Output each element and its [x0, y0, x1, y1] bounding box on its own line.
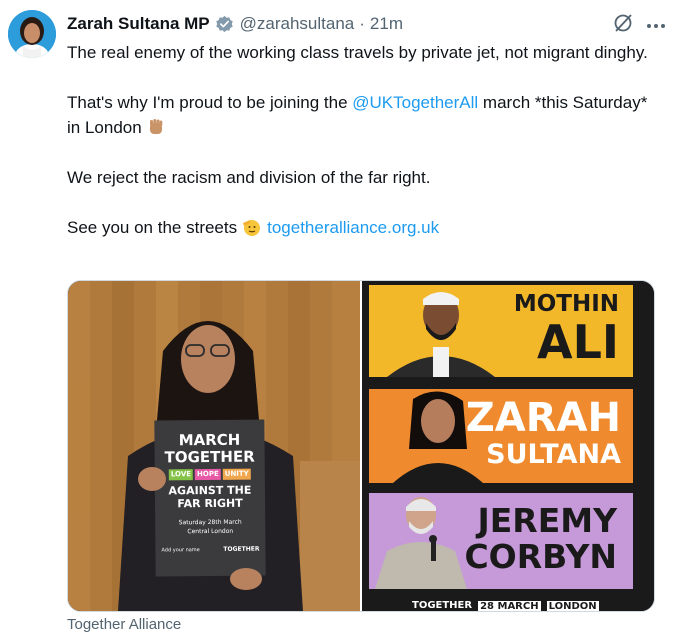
- raised-fist-emoji: [146, 117, 166, 137]
- avatar[interactable]: [8, 10, 56, 58]
- tweet-paragraph-3: We reject the racism and division of the…: [67, 168, 431, 187]
- tweet-header: Zarah Sultana MP @zarahsultana · 21m: [67, 12, 666, 36]
- speaker-last-name: SULTANA: [486, 439, 621, 470]
- tweet-text: The real enemy of the working class trav…: [67, 40, 662, 265]
- photo-person-holding-sign[interactable]: MARCH TOGETHER LOVE HOPE UNITY AGAINST T…: [68, 281, 360, 611]
- author-name[interactable]: Zarah Sultana MP: [67, 14, 210, 34]
- speaker-last-name: ALI: [536, 315, 619, 369]
- saluting-face-emoji: [241, 217, 261, 237]
- tweet-paragraph-4: See you on the streets togetheralliance.o…: [67, 215, 662, 240]
- speaker-first-name: ZARAH: [465, 395, 621, 441]
- mention-link[interactable]: @UKTogetherAll: [352, 93, 478, 112]
- header-actions: [612, 12, 666, 34]
- verified-badge-icon: [215, 15, 234, 34]
- strip-brand: TOGETHER: [412, 599, 473, 611]
- website-link[interactable]: togetheralliance.org.uk: [267, 218, 439, 237]
- speaker-panel-zarah-sultana: ZARAH SULTANA: [369, 389, 633, 483]
- strip-date: 28 MARCH: [478, 600, 541, 612]
- grok-icon[interactable]: [612, 12, 634, 34]
- speaker-first-name: JEREMY: [477, 501, 617, 540]
- timestamp[interactable]: 21m: [370, 14, 403, 34]
- tweet-paragraph-2: That's why I'm proud to be joining the @…: [67, 90, 662, 140]
- speaker-panel-mothin-ali: MOTHIN ALI: [369, 285, 633, 377]
- tweet-paragraph-1: The real enemy of the working class trav…: [67, 43, 648, 62]
- speaker-panel-jeremy-corbyn: JEREMY CORBYN: [369, 493, 633, 589]
- speaker-first-name: MOTHIN: [513, 291, 619, 317]
- poster-bottom-strip: TOGETHER 28 MARCH LONDON: [412, 599, 612, 612]
- media-grid[interactable]: MARCH TOGETHER LOVE HOPE UNITY AGAINST T…: [67, 280, 655, 612]
- media-divider: [360, 281, 362, 611]
- speaker-last-name: CORBYN: [464, 537, 617, 576]
- more-icon[interactable]: [646, 13, 666, 33]
- strip-city: LONDON: [546, 600, 599, 612]
- tweet-text-segment: See you on the streets: [67, 218, 238, 237]
- tweet-card[interactable]: Zarah Sultana MP @zarahsultana · 21m The…: [0, 0, 676, 642]
- separator-dot: ·: [359, 14, 365, 33]
- author-handle[interactable]: @zarahsultana: [240, 14, 355, 34]
- speakers-poster[interactable]: MOTHIN ALI ZARAH SULTANA JEREMY CORBYN T…: [362, 281, 654, 611]
- tweet-text-segment: That's why I'm proud to be joining the: [67, 93, 353, 112]
- card-source-label[interactable]: Together Alliance: [67, 616, 181, 633]
